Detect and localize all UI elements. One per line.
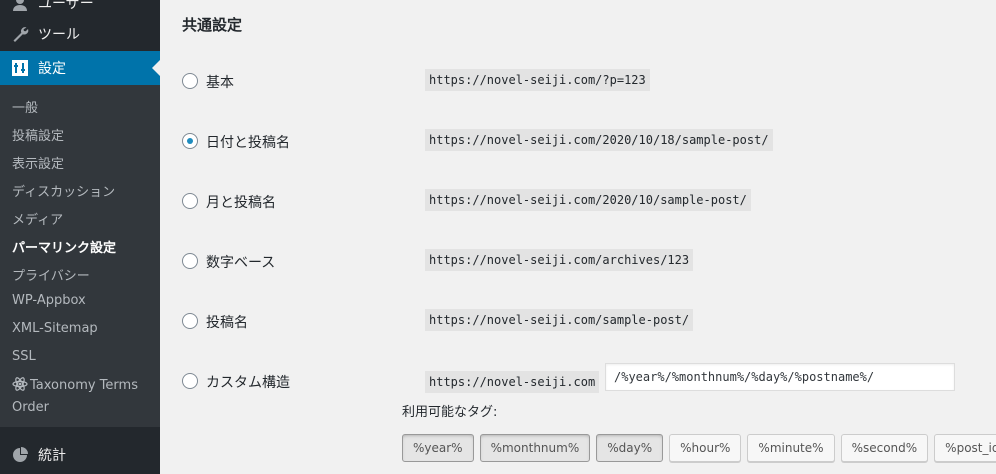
tag-button-day[interactable]: %day% xyxy=(596,434,664,462)
menu-tools[interactable]: ツール xyxy=(0,17,160,51)
option-label[interactable]: 基本 xyxy=(206,72,234,92)
option-row-day-name: 日付と投稿名 https://novel-seiji.com/2020/10/1… xyxy=(182,129,982,153)
submenu-reading[interactable]: 表示設定 xyxy=(12,153,64,172)
radio-day-name[interactable] xyxy=(182,133,198,149)
submenu-taxonomy-label: Taxonomy Terms Order xyxy=(12,378,138,415)
permalink-example: https://novel-seiji.com/archives/123 xyxy=(425,249,694,271)
submenu-taxonomy-terms-order[interactable]: Taxonomy Terms Order xyxy=(12,376,152,417)
submenu-xml-sitemap[interactable]: XML-Sitemap xyxy=(12,321,98,336)
settings-sliders-icon xyxy=(10,58,30,78)
permalink-base-url: https://novel-seiji.com xyxy=(425,371,600,393)
option-row-post-name: 投稿名 https://novel-seiji.com/sample-post/ xyxy=(182,309,982,333)
option-label[interactable]: 日付と投稿名 xyxy=(206,132,290,152)
radio-post-name[interactable] xyxy=(182,313,198,329)
permalink-example: https://novel-seiji.com/?p=123 xyxy=(425,69,650,91)
tag-button-minute[interactable]: %minute% xyxy=(747,434,835,462)
option-label[interactable]: 月と投稿名 xyxy=(206,192,276,212)
users-icon xyxy=(10,0,30,13)
permalink-example: https://novel-seiji.com/2020/10/18/sampl… xyxy=(425,129,773,151)
submenu-wp-appbox[interactable]: WP-Appbox xyxy=(12,293,86,308)
menu-settings-label: 設定 xyxy=(38,61,66,77)
option-row-plain: 基本 https://novel-seiji.com/?p=123 xyxy=(182,69,982,93)
radio-month-name[interactable] xyxy=(182,193,198,209)
pie-chart-icon xyxy=(10,445,30,465)
tag-button-second[interactable]: %second% xyxy=(840,434,929,462)
tag-button-post-id[interactable]: %post_id% xyxy=(934,434,996,462)
menu-settings[interactable]: 設定 xyxy=(0,51,160,85)
radio-numeric[interactable] xyxy=(182,253,198,269)
admin-sidebar: ユーザー ツール 設定 一般 投稿設定 表示設定 ディスカッション メディア パ… xyxy=(0,0,160,474)
tag-button-hour[interactable]: %hour% xyxy=(669,434,742,462)
submenu-general[interactable]: 一般 xyxy=(12,97,38,116)
settings-submenu: 一般 投稿設定 表示設定 ディスカッション メディア パーマリンク設定 プライバ… xyxy=(0,85,160,427)
available-tags: %year% %monthnum% %day% %hour% %minute% … xyxy=(402,434,996,462)
option-row-custom: カスタム構造 https://novel-seiji.com xyxy=(182,363,982,393)
menu-tools-label: ツール xyxy=(38,27,80,43)
submenu-writing[interactable]: 投稿設定 xyxy=(12,125,64,144)
submenu-privacy[interactable]: プライバシー xyxy=(12,265,90,284)
option-row-month-name: 月と投稿名 https://novel-seiji.com/2020/10/sa… xyxy=(182,189,982,213)
section-title: 共通設定 xyxy=(182,16,243,34)
submenu-discussion[interactable]: ディスカッション xyxy=(12,181,115,200)
radio-plain[interactable] xyxy=(182,73,198,89)
permalink-example: https://novel-seiji.com/sample-post/ xyxy=(425,309,694,331)
custom-structure-input[interactable] xyxy=(605,363,955,391)
menu-stats[interactable]: 統計 xyxy=(0,438,160,472)
submenu-ssl[interactable]: SSL xyxy=(12,349,36,364)
option-label[interactable]: カスタム構造 xyxy=(206,372,290,392)
wrench-icon xyxy=(10,24,30,44)
tag-button-year[interactable]: %year% xyxy=(402,434,474,462)
menu-stats-label: 統計 xyxy=(38,448,66,464)
option-label[interactable]: 投稿名 xyxy=(206,312,248,332)
option-label[interactable]: 数字ベース xyxy=(206,252,275,272)
permalink-settings-content: 共通設定 基本 https://novel-seiji.com/?p=123 日… xyxy=(160,0,996,474)
option-row-numeric: 数字ベース https://novel-seiji.com/archives/1… xyxy=(182,249,982,273)
available-tags-label: 利用可能なタグ: xyxy=(402,405,498,420)
submenu-media[interactable]: メディア xyxy=(12,209,63,228)
permalink-example: https://novel-seiji.com/2020/10/sample-p… xyxy=(425,189,751,211)
submenu-permalinks[interactable]: パーマリンク設定 xyxy=(12,237,116,256)
menu-users-label: ユーザー xyxy=(38,0,94,12)
tag-button-monthnum[interactable]: %monthnum% xyxy=(479,434,591,462)
atom-icon xyxy=(12,376,28,398)
radio-custom[interactable] xyxy=(182,373,198,389)
